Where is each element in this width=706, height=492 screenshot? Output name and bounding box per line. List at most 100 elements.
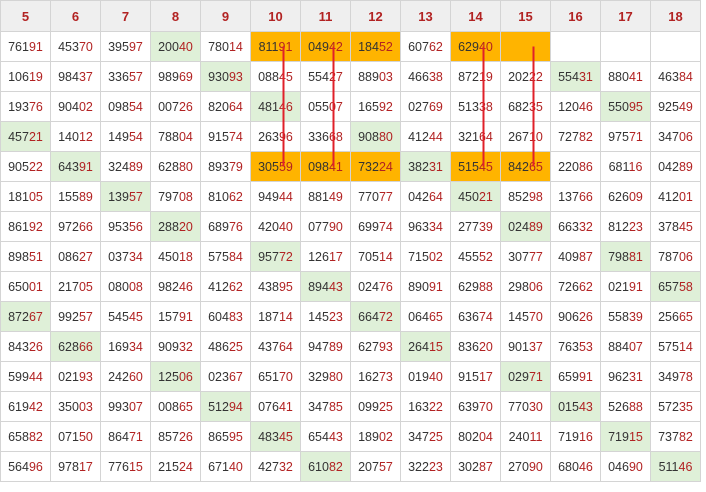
number-cell: 04942 (300, 31, 351, 62)
number-cell: 13957 (100, 181, 151, 212)
cell-trailing-digits: 76 (378, 279, 393, 294)
cell-trailing-digits: 46 (678, 459, 693, 474)
cell-trailing-digits: 73 (378, 369, 393, 384)
cell-trailing-digits: 15 (428, 339, 443, 354)
cell-leading-digits: 664 (358, 309, 379, 324)
cell-trailing-digits: 82 (678, 429, 693, 444)
number-cell: 30777 (500, 241, 551, 272)
number-cell: 90932 (150, 331, 201, 362)
cell-trailing-digits: 91 (628, 279, 643, 294)
cell-leading-digits: 699 (358, 219, 379, 234)
cell-leading-digits: 347 (308, 399, 329, 414)
number-cell: 32980 (300, 361, 351, 392)
number-cell: 45021 (450, 181, 501, 212)
cell-leading-digits: 382 (408, 159, 429, 174)
cell-leading-digits: 080 (108, 279, 129, 294)
cell-leading-digits: 872 (458, 69, 479, 84)
number-cell: 07150 (50, 421, 101, 452)
number-cell: 71916 (550, 421, 601, 452)
cell-leading-digits: 071 (58, 429, 79, 444)
cell-leading-digits: 810 (208, 189, 229, 204)
cell-leading-digits: 242 (108, 369, 129, 384)
cell-leading-digits: 189 (358, 429, 379, 444)
cell-leading-digits: 450 (458, 189, 479, 204)
number-cell: 16322 (400, 391, 451, 422)
cell-trailing-digits: 06 (678, 249, 693, 264)
number-cell: 41262 (200, 271, 251, 302)
number-cell: 27090 (500, 451, 551, 482)
number-cell: 77615 (100, 451, 151, 482)
number-cell: 65443 (300, 421, 351, 452)
cell-leading-digits: 165 (358, 99, 379, 114)
table-row: 10619 98437 33657 98969 93093 08845 55427 88903… (0, 61, 701, 92)
number-cell: 97571 (600, 121, 651, 152)
number-cell: 09854 (100, 91, 151, 122)
number-cell: 89851 (0, 241, 51, 272)
cell-leading-digits: 689 (208, 219, 229, 234)
cell-trailing-digits: 64 (228, 99, 243, 114)
cell-trailing-digits: 19 (478, 69, 493, 84)
number-cell: 10619 (0, 61, 51, 92)
number-cell: 62988 (450, 271, 501, 302)
cell-trailing-digits: 01 (28, 279, 43, 294)
number-cell: 62866 (50, 331, 101, 362)
number-cell: 21705 (50, 271, 101, 302)
number-cell: 65991 (550, 361, 601, 392)
number-cell: 54545 (100, 301, 151, 332)
cell-trailing-digits: 94 (228, 399, 243, 414)
cell-trailing-digits: 07 (328, 99, 343, 114)
cell-trailing-digits: 11 (529, 429, 543, 444)
cell-leading-digits: 627 (358, 339, 379, 354)
number-cell: 67140 (200, 451, 251, 482)
number-cell: 82064 (200, 91, 251, 122)
cell-trailing-digits: 64 (278, 339, 293, 354)
table-row: 87267 99257 54545 15791 60483 18714 14523 66472… (0, 301, 701, 332)
cell-trailing-digits: 84 (228, 249, 243, 264)
cell-trailing-digits: 23 (328, 309, 343, 324)
cell-trailing-digits: 45 (478, 159, 493, 174)
number-cell: 04289 (650, 151, 701, 182)
cell-trailing-digits: 46 (578, 99, 593, 114)
number-cell: 66472 (350, 301, 401, 332)
cell-leading-digits: 240 (508, 429, 530, 444)
cell-leading-digits: 737 (658, 429, 679, 444)
number-cell: 65001 (0, 271, 51, 302)
number-cell: 62609 (600, 181, 651, 212)
cell-leading-digits: 915 (208, 129, 229, 144)
cell-trailing-digits: 08 (128, 279, 143, 294)
cell-leading-digits: 264 (408, 339, 429, 354)
cell-leading-digits: 880 (608, 69, 629, 84)
cell-trailing-digits: 95 (228, 429, 243, 444)
column-header-6: 6 (50, 0, 101, 32)
cell-leading-digits: 909 (158, 339, 179, 354)
cell-leading-digits: 857 (158, 429, 179, 444)
cell-leading-digits: 776 (108, 459, 129, 474)
cell-leading-digits: 486 (208, 339, 229, 354)
number-cell: 55427 (300, 61, 351, 92)
cell-trailing-digits: 49 (678, 99, 693, 114)
cell-leading-digits: 049 (308, 39, 329, 54)
cell-trailing-digits: 15 (128, 459, 143, 474)
number-cell: 66332 (550, 211, 601, 242)
cell-leading-digits: 019 (408, 369, 429, 384)
cell-trailing-digits: 45 (278, 69, 293, 84)
number-cell: 85298 (500, 181, 551, 212)
column-header-16: 16 (550, 0, 601, 32)
number-cell: 46638 (400, 61, 451, 92)
number-cell: 41244 (400, 121, 451, 152)
cell-leading-digits: 550 (608, 99, 629, 114)
cell-leading-digits: 064 (408, 309, 429, 324)
number-cell: 65170 (250, 361, 301, 392)
number-cell: 18452 (350, 31, 401, 62)
cell-trailing-digits: 05 (78, 279, 93, 294)
number-cell: 06465 (400, 301, 451, 332)
number-cell: 12617 (300, 241, 351, 272)
number-cell: 64391 (50, 151, 101, 182)
cell-trailing-digits: 76 (28, 99, 43, 114)
cell-leading-digits: 256 (658, 309, 679, 324)
number-cell: 20040 (150, 31, 201, 62)
number-cell: 96231 (600, 361, 651, 392)
cell-trailing-digits: 18 (178, 249, 193, 264)
cell-leading-digits: 654 (308, 429, 329, 444)
number-cell: 68235 (500, 91, 551, 122)
